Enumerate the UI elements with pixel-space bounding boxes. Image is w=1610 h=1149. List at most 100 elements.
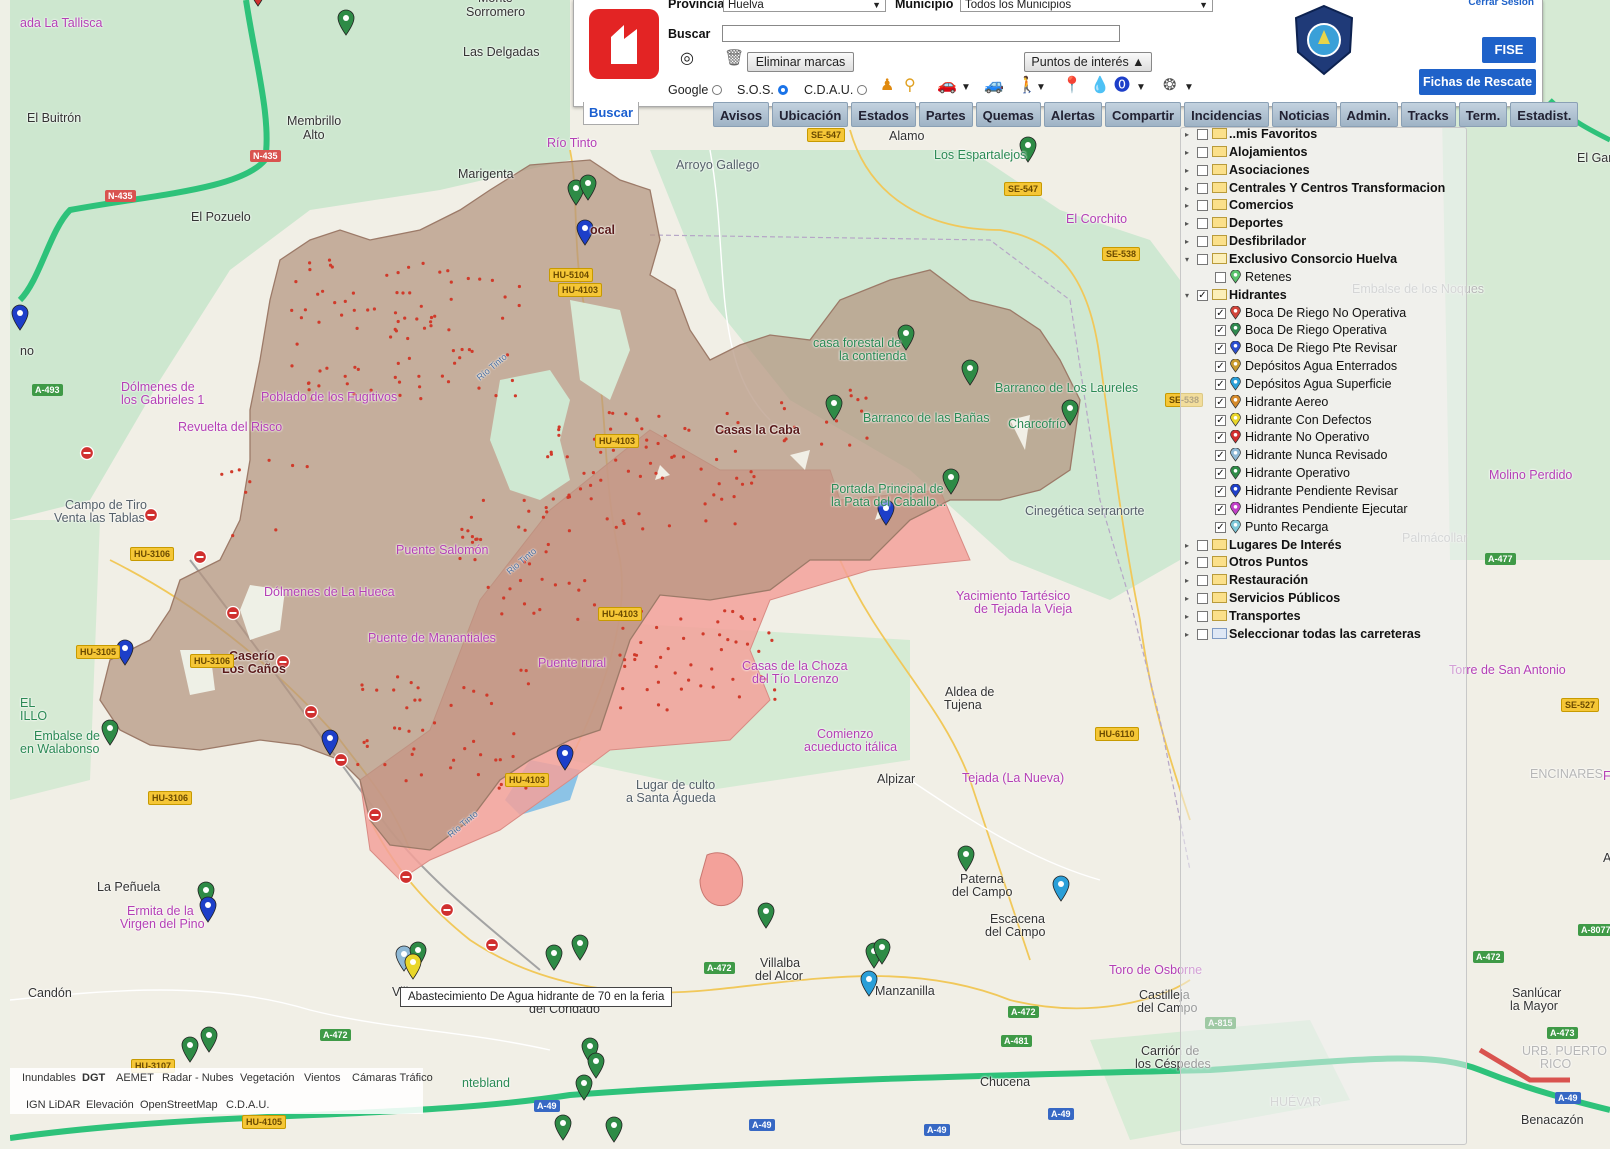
checkbox[interactable]	[1197, 253, 1208, 265]
layer-toggle[interactable]: Elevación	[86, 1099, 134, 1111]
checkbox[interactable]	[1197, 628, 1208, 640]
menu-item[interactable]: Estados	[851, 102, 916, 127]
menu-item[interactable]: Quemas	[975, 102, 1041, 127]
menu-item[interactable]: Term.	[1458, 102, 1508, 127]
checkbox[interactable]: ✓	[1215, 396, 1226, 408]
checkbox[interactable]	[1197, 539, 1208, 551]
caret-closed-icon[interactable]: ▸	[1185, 626, 1189, 643]
menu-item[interactable]: Admin.	[1339, 102, 1398, 127]
caret-closed-icon[interactable]: ▸	[1185, 537, 1189, 554]
radio-cdau[interactable]: C.D.A.U.	[804, 83, 868, 97]
checkbox[interactable]	[1197, 593, 1208, 605]
trash-icon[interactable]: 🗑	[724, 50, 744, 68]
checkbox[interactable]: ✓	[1215, 361, 1226, 373]
checkbox[interactable]	[1197, 200, 1208, 212]
road-closed-icon[interactable]	[439, 902, 455, 918]
layer-toggle[interactable]: DGT	[82, 1072, 105, 1084]
caret-closed-icon[interactable]: ▸	[1185, 215, 1189, 232]
checkbox[interactable]	[1197, 575, 1208, 587]
firefighter-icon[interactable]: ♟	[880, 77, 894, 95]
checkbox[interactable]: ✓	[1215, 503, 1226, 515]
road-closed-icon[interactable]	[79, 445, 95, 461]
drop-icon[interactable]: 💧	[1090, 77, 1110, 95]
fise-button[interactable]: FISE	[1482, 37, 1536, 63]
hydrant-icon[interactable]: ⓿	[1114, 77, 1130, 95]
menu-item[interactable]: Avisos	[713, 102, 770, 127]
caret-closed-icon[interactable]: ▸	[1185, 608, 1189, 625]
checkbox[interactable]: ✓	[1197, 289, 1208, 301]
caret-closed-icon[interactable]: ▸	[1185, 180, 1189, 197]
puntos-interes-button[interactable]: Puntos de interés ▲	[1024, 52, 1152, 72]
checkbox[interactable]: ✓	[1215, 521, 1226, 533]
layer-toggle[interactable]: C.D.A.U.	[226, 1099, 269, 1111]
buscar-tab[interactable]: Buscar	[583, 102, 639, 125]
checkbox[interactable]: ✓	[1215, 486, 1226, 497]
provincia-select[interactable]: Huelva ▼	[723, 0, 886, 12]
vehicle-icon[interactable]: 🚙	[984, 77, 1004, 95]
location-pin-icon[interactable]: ⚲	[904, 77, 916, 95]
marker-icon[interactable]: 📍	[1062, 77, 1082, 95]
layer-toggle[interactable]: AEMET	[116, 1072, 154, 1084]
radio-google[interactable]: Google	[668, 83, 723, 97]
caret-open-icon[interactable]: ▾	[1185, 251, 1189, 268]
layer-toggle[interactable]: Radar - Nubes	[162, 1072, 234, 1084]
menu-item[interactable]: Alertas	[1043, 102, 1102, 127]
target-icon[interactable]: ◎	[680, 50, 694, 68]
layer-toggle[interactable]: Vegetación	[240, 1072, 294, 1084]
checkbox[interactable]	[1215, 271, 1226, 283]
checkbox[interactable]	[1197, 182, 1208, 194]
chevron-down-icon[interactable]: ▼	[961, 79, 971, 97]
checkbox[interactable]: ✓	[1215, 307, 1226, 319]
road-closed-icon[interactable]	[192, 549, 208, 565]
road-closed-icon[interactable]	[333, 752, 349, 768]
road-closed-icon[interactable]	[225, 605, 241, 621]
caret-closed-icon[interactable]: ▸	[1185, 126, 1189, 143]
checkbox[interactable]: ✓	[1215, 432, 1226, 444]
checkbox[interactable]: ✓	[1215, 325, 1226, 337]
menu-item[interactable]: Compartir	[1105, 102, 1182, 127]
checkbox[interactable]	[1197, 236, 1208, 248]
road-closed-icon[interactable]	[484, 937, 500, 953]
chevron-down-icon[interactable]: ▼	[1036, 79, 1046, 97]
checkbox[interactable]	[1197, 557, 1208, 569]
checkbox[interactable]: ✓	[1215, 378, 1226, 390]
checkbox[interactable]	[1197, 129, 1208, 140]
checkbox[interactable]	[1197, 164, 1208, 176]
menu-item[interactable]: Estadist.	[1510, 102, 1579, 127]
road-closed-icon[interactable]	[367, 807, 383, 823]
checkbox[interactable]: ✓	[1215, 450, 1226, 462]
checkbox[interactable]	[1197, 146, 1208, 158]
caret-closed-icon[interactable]: ▸	[1185, 572, 1189, 589]
eliminar-marcas-button[interactable]: Eliminar marcas	[747, 52, 854, 72]
layer-toggle[interactable]: Inundables	[22, 1072, 76, 1084]
caret-closed-icon[interactable]: ▸	[1185, 144, 1189, 161]
layer-toggle[interactable]: Cámaras Tráfico	[352, 1072, 433, 1084]
menu-item[interactable]: Ubicación	[772, 102, 849, 127]
checkbox[interactable]: ✓	[1215, 468, 1226, 480]
cerrar-sesion-link[interactable]: Cerrar Sesión	[1468, 0, 1534, 8]
checkbox[interactable]: ✓	[1215, 343, 1226, 355]
layer-toggle[interactable]: Vientos	[304, 1072, 341, 1084]
layer-toggle[interactable]: OpenStreetMap	[140, 1099, 218, 1111]
caret-open-icon[interactable]: ▾	[1185, 287, 1189, 304]
road-closed-icon[interactable]	[303, 704, 319, 720]
pedestrian-icon[interactable]: 🚶	[1017, 77, 1037, 95]
caret-closed-icon[interactable]: ▸	[1185, 233, 1189, 250]
municipio-select[interactable]: Todos los Municipios ▼	[960, 0, 1213, 12]
app-logo[interactable]	[589, 9, 659, 79]
caret-closed-icon[interactable]: ▸	[1185, 590, 1189, 607]
checkbox[interactable]: ✓	[1215, 414, 1226, 426]
fichas-rescate-button[interactable]: Fichas de Rescate	[1419, 69, 1536, 95]
car-icon[interactable]: 🚗	[937, 77, 957, 95]
road-closed-icon[interactable]	[398, 869, 414, 885]
chevron-down-icon[interactable]: ▼	[1184, 79, 1194, 97]
menu-item[interactable]: Noticias	[1271, 102, 1337, 127]
caret-closed-icon[interactable]: ▸	[1185, 197, 1189, 214]
checkbox[interactable]	[1197, 610, 1208, 622]
chevron-down-icon[interactable]: ▼	[1136, 79, 1146, 97]
menu-item[interactable]: Incidencias	[1184, 102, 1269, 127]
checkbox[interactable]	[1197, 218, 1208, 230]
caret-closed-icon[interactable]: ▸	[1185, 162, 1189, 179]
caret-closed-icon[interactable]: ▸	[1185, 554, 1189, 571]
menu-item[interactable]: Partes	[918, 102, 973, 127]
